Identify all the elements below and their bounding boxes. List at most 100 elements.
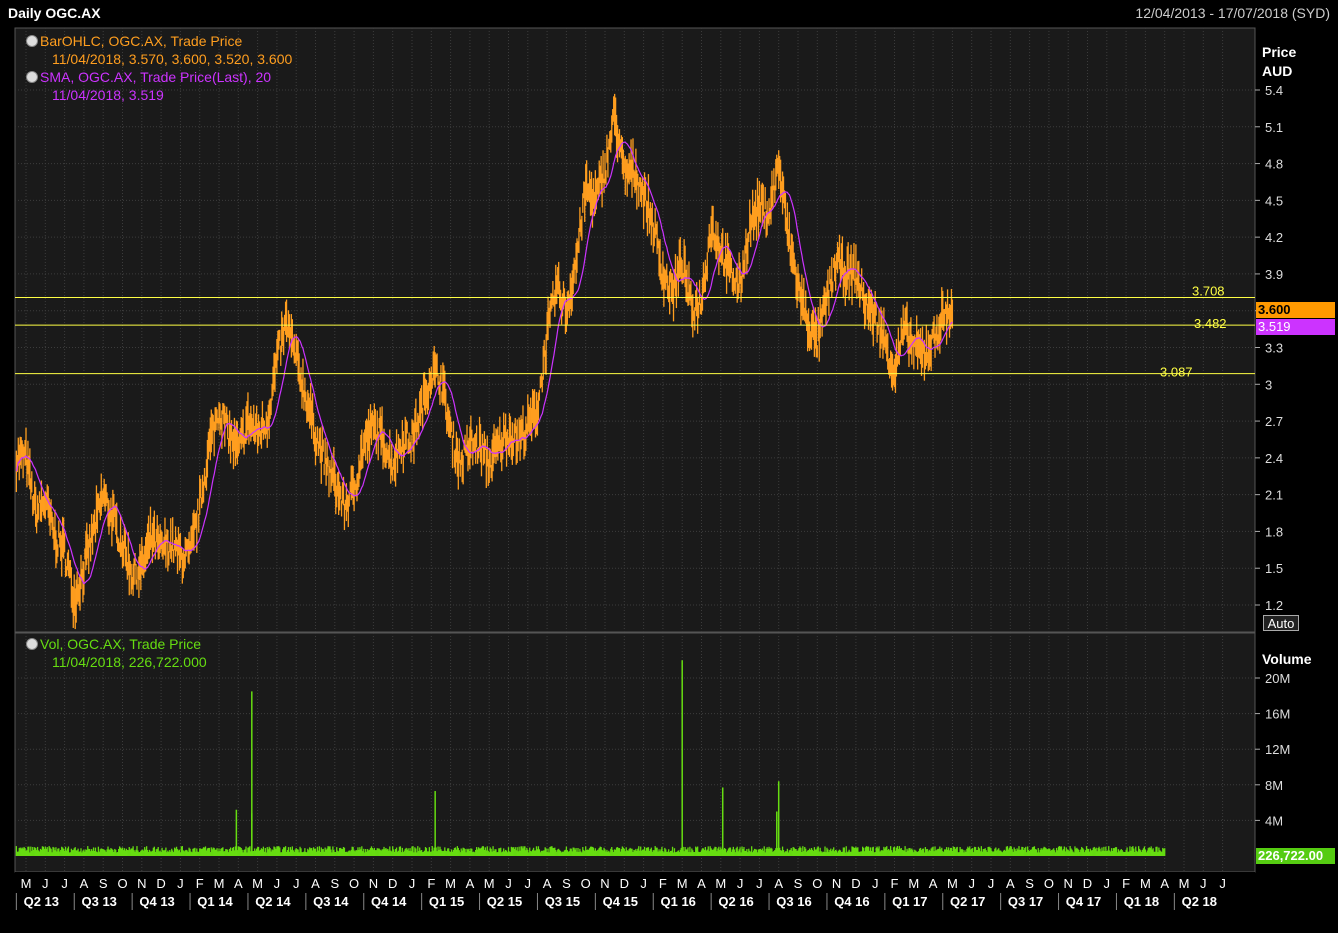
month-tick-label: M [715, 876, 726, 891]
volume-tick-label: 20M [1265, 671, 1290, 686]
month-tick-label: A [466, 876, 475, 891]
month-tick-label: N [369, 876, 378, 891]
month-tick-label: A [697, 876, 706, 891]
level-label: 3.087 [1160, 365, 1193, 380]
month-tick-label: N [1064, 876, 1073, 891]
quarter-tick-label: Q1 17 [892, 894, 927, 909]
month-tick-label: J [293, 876, 300, 891]
volume-axis-title: Volume [1262, 651, 1312, 667]
quarter-tick-label: Q2 17 [950, 894, 985, 909]
month-tick-label: J [1200, 876, 1207, 891]
month-tick-label: J [968, 876, 975, 891]
sma-legend-label: SMA, OGC.AX, Trade Price(Last), 20 [40, 69, 272, 85]
month-tick-label: S [562, 876, 571, 891]
month-tick-label: S [99, 876, 108, 891]
price-tick-label: 2.1 [1265, 488, 1283, 503]
price-tick-label: 1.5 [1265, 561, 1283, 576]
quarter-tick-label: Q3 17 [1008, 894, 1043, 909]
month-tick-label: A [80, 876, 89, 891]
month-tick-label: J [274, 876, 281, 891]
month-tick-label: A [311, 876, 320, 891]
quarter-tick-label: Q3 13 [81, 894, 116, 909]
quarter-tick-label: Q1 14 [197, 894, 233, 909]
month-tick-label: O [349, 876, 359, 891]
month-tick-label: J [872, 876, 879, 891]
month-tick-label: M [947, 876, 958, 891]
month-tick-label: D [156, 876, 165, 891]
month-tick-label: D [620, 876, 629, 891]
month-tick-label: M [214, 876, 225, 891]
toggle-dot-icon[interactable] [26, 71, 38, 83]
price-axis-unit: AUD [1262, 63, 1293, 79]
volume-tick-label: 4M [1265, 813, 1283, 828]
month-tick-label: J [737, 876, 744, 891]
ohlc-legend-label: BarOHLC, OGC.AX, Trade Price [40, 33, 243, 49]
month-tick-label: S [330, 876, 339, 891]
month-tick-label: S [794, 876, 803, 891]
price-tick-label: 1.2 [1265, 598, 1283, 613]
volume-last-tag: 226,722.00 [1256, 848, 1335, 864]
quarter-tick-label: Q4 14 [371, 894, 407, 909]
vol-legend-row[interactable]: Vol, OGC.AX, Trade Price [26, 635, 207, 653]
sma-legend-row[interactable]: SMA, OGC.AX, Trade Price(Last), 20 [26, 68, 292, 86]
month-tick-label: A [1006, 876, 1015, 891]
quarter-tick-label: Q3 16 [776, 894, 811, 909]
month-tick-label: J [61, 876, 68, 891]
month-tick-label: S [1025, 876, 1034, 891]
month-tick-label: O [812, 876, 822, 891]
ohlc-legend-row[interactable]: BarOHLC, OGC.AX, Trade Price [26, 32, 292, 50]
quarter-tick-label: Q3 15 [545, 894, 580, 909]
month-tick-label: M [1140, 876, 1151, 891]
month-tick-label: J [640, 876, 647, 891]
quarter-tick-label: Q2 15 [487, 894, 522, 909]
price-tick-label: 2.7 [1265, 414, 1283, 429]
month-tick-label: O [581, 876, 591, 891]
last-price-tag: 3.600 [1256, 302, 1335, 318]
month-tick-label: F [1122, 876, 1130, 891]
month-tick-label: J [1104, 876, 1111, 891]
quarter-tick-label: Q2 13 [24, 894, 59, 909]
quarter-tick-label: Q4 13 [139, 894, 174, 909]
price-tick-label: 1.8 [1265, 524, 1283, 539]
auto-scale-button[interactable]: Auto [1263, 615, 1299, 631]
month-tick-label: A [929, 876, 938, 891]
chart-canvas[interactable]: MJJASONDJFMAMJJASONDJFMAMJJASONDJFMAMJJA… [0, 0, 1338, 933]
month-tick-label: N [137, 876, 146, 891]
month-tick-label: N [600, 876, 609, 891]
quarter-tick-label: Q3 14 [313, 894, 349, 909]
price-tick-label: 5.4 [1265, 83, 1283, 98]
quarter-tick-label: Q2 18 [1182, 894, 1217, 909]
month-tick-label: M [21, 876, 32, 891]
sma-legend-values: 11/04/2018, 3.519 [52, 87, 164, 103]
vol-legend-label: Vol, OGC.AX, Trade Price [40, 636, 202, 652]
month-tick-label: N [832, 876, 841, 891]
vol-legend-values: 11/04/2018, 226,722.000 [52, 654, 207, 670]
quarter-tick-label: Q2 16 [718, 894, 753, 909]
month-tick-label: F [427, 876, 435, 891]
price-tick-label: 4.2 [1265, 230, 1283, 245]
quarter-tick-label: Q4 16 [834, 894, 869, 909]
toggle-dot-icon[interactable] [26, 638, 38, 650]
month-tick-label: M [445, 876, 456, 891]
volume-tick-label: 8M [1265, 778, 1283, 793]
price-tick-label: 5.1 [1265, 120, 1283, 135]
sma-last-tag: 3.519 [1256, 319, 1335, 335]
month-tick-label: F [196, 876, 204, 891]
month-tick-label: J [1219, 876, 1226, 891]
price-tick-label: 3 [1265, 377, 1272, 392]
month-tick-label: M [1179, 876, 1190, 891]
level-label: 3.482 [1194, 316, 1227, 331]
price-tick-label: 2.4 [1265, 451, 1283, 466]
month-tick-label: A [1160, 876, 1169, 891]
month-tick-label: F [659, 876, 667, 891]
quarter-tick-label: Q4 15 [603, 894, 638, 909]
month-tick-label: O [117, 876, 127, 891]
toggle-dot-icon[interactable] [26, 35, 38, 47]
month-tick-label: J [988, 876, 995, 891]
month-tick-label: D [851, 876, 860, 891]
quarter-tick-label: Q1 18 [1124, 894, 1159, 909]
quarter-tick-label: Q1 15 [429, 894, 464, 909]
volume-tick-label: 12M [1265, 742, 1290, 757]
price-axis-title: Price [1262, 44, 1297, 60]
quarter-tick-label: Q1 16 [660, 894, 695, 909]
